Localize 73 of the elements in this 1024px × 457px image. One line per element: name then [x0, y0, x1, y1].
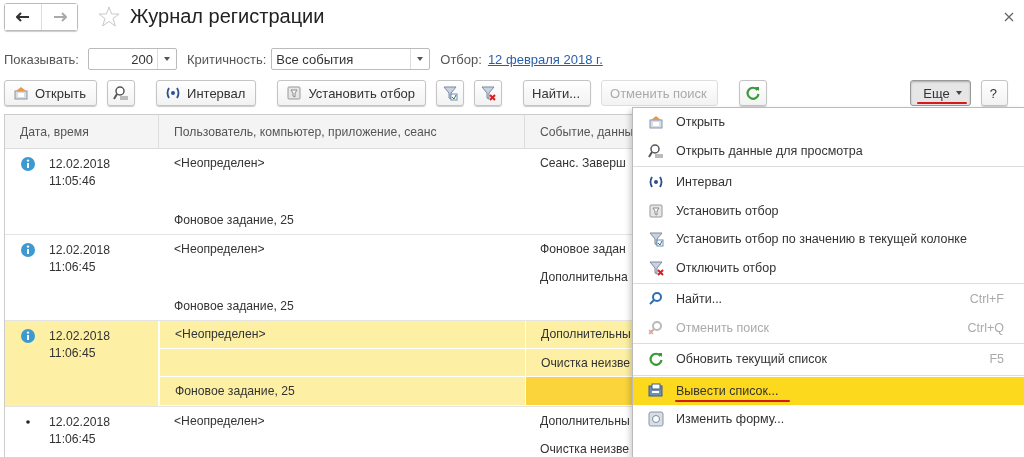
table-cell: Дополнительны — [525, 320, 632, 350]
menu-item[interactable]: Открыть — [633, 108, 1024, 137]
filter-icon — [286, 85, 303, 101]
search-cross-icon — [648, 319, 664, 336]
funnel-check-icon — [442, 85, 459, 101]
menu-item[interactable]: Обновить текущий список F5 — [633, 345, 1024, 374]
toolbar-button[interactable]: Найти... — [523, 80, 592, 106]
info-icon — [20, 241, 36, 258]
back-arrow-icon — [16, 11, 30, 22]
table-cell-text: Фоновое задан — [539, 241, 627, 259]
table-cell-text: Фоновое задание, 25 — [173, 297, 295, 315]
severity-field[interactable]: Все события — [271, 48, 431, 70]
show-label: Показывать: — [4, 51, 79, 67]
selection-label: Отбор: — [440, 51, 482, 67]
toolbar-button[interactable]: ? — [980, 80, 1008, 106]
severity-label: Критичность: — [187, 51, 267, 67]
date-time-text: 12.02.2018 11:06:45 — [49, 241, 110, 276]
table-cell-text: Сеанс. Заверш — [539, 155, 627, 173]
toolbar-button[interactable]: Интервал — [156, 80, 257, 106]
menu-item[interactable]: Вывести список... — [633, 376, 1024, 405]
menu-item[interactable]: Отключить отбор — [633, 253, 1024, 282]
refresh-icon — [648, 351, 664, 368]
dropdown-caret-icon — [164, 57, 170, 61]
folder-icon — [13, 85, 29, 101]
toolbar-button[interactable]: Открыть — [4, 80, 98, 106]
column-header[interactable]: Дата, время — [5, 115, 159, 148]
count-field[interactable]: 200 — [88, 48, 177, 70]
menu-item[interactable]: Найти... Ctrl+F — [633, 285, 1024, 314]
icon-button[interactable] — [436, 80, 465, 106]
current-cell[interactable] — [525, 377, 632, 406]
icon-button[interactable] — [474, 80, 503, 106]
info-icon — [20, 327, 36, 344]
date-time-text: 12.02.2018 11:06:45 — [49, 327, 110, 362]
menu-item[interactable]: Установить отбор — [633, 196, 1024, 225]
toolbar-button[interactable]: Установить отбор — [277, 80, 427, 106]
column-header[interactable]: Пользователь, компьютер, приложение, сеанс — [159, 115, 525, 148]
back-button[interactable] — [5, 3, 41, 30]
printer-icon — [648, 382, 664, 399]
table-cell-text: Дополнительны — [539, 412, 631, 430]
table-cell-text: <Неопределен> — [173, 155, 266, 173]
icon-button[interactable] — [107, 80, 136, 106]
close-icon[interactable] — [1004, 11, 1014, 22]
date-link[interactable]: 12 февраля 2018 г. — [487, 51, 603, 67]
table-cell-text: <Неопределен> — [173, 241, 266, 259]
toolbar-button[interactable]: Еще — [910, 80, 971, 106]
magnifier-icon — [113, 85, 130, 101]
date-time-text: 12.02.2018 11:05:46 — [49, 156, 110, 190]
forward-arrow-icon — [52, 11, 67, 22]
window-title: Журнал регистрации — [130, 5, 325, 28]
menu-item[interactable]: Изменить форму... — [633, 405, 1024, 434]
info-icon — [20, 156, 36, 172]
table-cell: Фоновое задание, 25 — [159, 377, 525, 406]
magnifier-icon — [648, 142, 664, 159]
table-cell: Очистка неизве — [525, 349, 632, 378]
folder-icon — [648, 114, 664, 131]
table-cell: <Неопределен> — [159, 320, 525, 350]
funnel-cross-icon — [648, 259, 664, 276]
funnel-check-icon — [648, 231, 664, 248]
icon-button[interactable] — [738, 80, 767, 106]
table-cell-text: Фоновое задание, 25 — [173, 211, 295, 229]
date-time-text: 12.02.2018 11:06:45 — [49, 413, 110, 448]
dropdown-caret-icon — [417, 57, 424, 61]
menu-item[interactable]: Интервал — [633, 168, 1024, 197]
table-cell-text: Очистка неизве — [539, 441, 631, 457]
funnel-cross-icon — [480, 85, 497, 101]
dot-icon — [26, 419, 30, 424]
table-cell-text: <Неопределен> — [173, 412, 266, 430]
refresh-icon — [744, 85, 761, 101]
form-icon — [648, 411, 664, 428]
star-icon[interactable] — [98, 5, 120, 28]
interval-icon — [165, 85, 182, 101]
table-cell-text: Дополнительна — [539, 269, 629, 287]
filter-icon — [648, 202, 664, 219]
